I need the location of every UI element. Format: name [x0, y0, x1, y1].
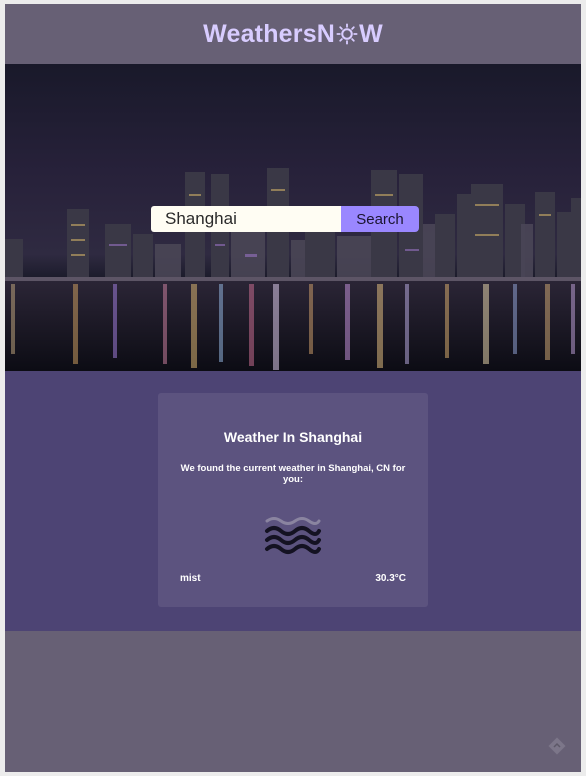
- mist-icon: [265, 517, 321, 554]
- hero-banner: Search: [5, 64, 581, 371]
- search-button[interactable]: Search: [341, 206, 419, 232]
- app-frame: WeathersN W Shanghai Search Weather In S…: [5, 4, 581, 772]
- search-form: Search: [151, 206, 419, 232]
- city-search-input[interactable]: [151, 206, 341, 232]
- weather-temperature: 30.3°C: [375, 573, 406, 584]
- brand-logo[interactable]: WeathersN W: [203, 20, 383, 49]
- brand-prefix: WeathersN: [203, 19, 336, 48]
- header: WeathersN W: [5, 4, 581, 64]
- footer: [5, 631, 581, 772]
- weather-card-message: We found the current weather in Shanghai…: [180, 463, 406, 485]
- weather-description: mist: [180, 573, 201, 584]
- diamond-logo-icon[interactable]: [547, 736, 567, 756]
- sun-icon: [336, 23, 358, 45]
- brand-suffix: W: [359, 19, 383, 48]
- weather-card: Weather In Shanghai We found the current…: [158, 393, 428, 607]
- results-section: Weather In Shanghai We found the current…: [5, 371, 581, 631]
- weather-card-title: Weather In Shanghai: [223, 429, 363, 445]
